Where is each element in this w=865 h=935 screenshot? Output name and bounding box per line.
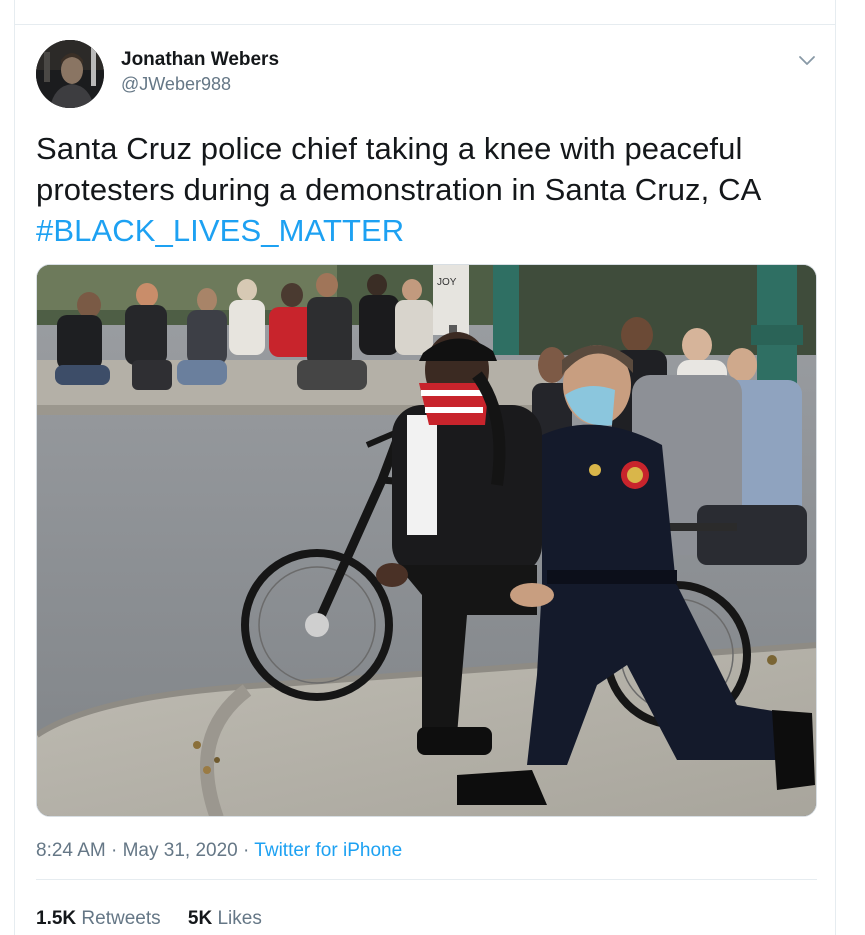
protest-photo: JOY (37, 265, 816, 816)
meta-separator-1: · (105, 840, 123, 861)
retweets-count: 1.5K (36, 908, 77, 929)
tweet-header: Jonathan Webers @JWeber988 (36, 40, 819, 110)
tweet-stats: 1.5K Retweets 5K Likes (36, 906, 284, 932)
avatar[interactable] (36, 40, 104, 108)
tweet-time[interactable]: 8:24 AM (36, 840, 106, 861)
tweet-photo[interactable]: JOY (36, 264, 817, 817)
tweet-meta: 8:24 AM · May 31, 2020 · Twitter for iPh… (36, 838, 402, 864)
hashtag-link[interactable]: #BLACK_LIVES_MATTER (36, 213, 404, 248)
likes-label: Likes (217, 908, 262, 929)
likes-stat[interactable]: 5K Likes (188, 906, 262, 932)
tweet-card: Jonathan Webers @JWeber988 Santa Cruz po… (14, 0, 836, 935)
author-names: Jonathan Webers @JWeber988 (121, 48, 279, 96)
tweet-body: Santa Cruz police chief taking a knee wi… (36, 131, 760, 207)
sign-text: JOY (437, 277, 457, 288)
tweet-source-link[interactable]: Twitter for iPhone (254, 840, 402, 861)
retweets-stat[interactable]: 1.5K Retweets (36, 906, 161, 932)
meta-separator-2: · (237, 840, 255, 861)
retweets-label: Retweets (81, 908, 161, 929)
chevron-down-icon[interactable] (795, 48, 819, 72)
tweet-text: Santa Cruz police chief taking a knee wi… (36, 128, 826, 251)
top-divider (15, 24, 835, 25)
likes-count: 5K (187, 908, 213, 929)
author-display-name[interactable]: Jonathan Webers (121, 48, 279, 72)
tweet-date[interactable]: May 31, 2020 (123, 840, 238, 861)
stats-divider (36, 879, 817, 880)
author-handle[interactable]: @JWeber988 (121, 72, 279, 96)
avatar-photo (36, 40, 104, 108)
